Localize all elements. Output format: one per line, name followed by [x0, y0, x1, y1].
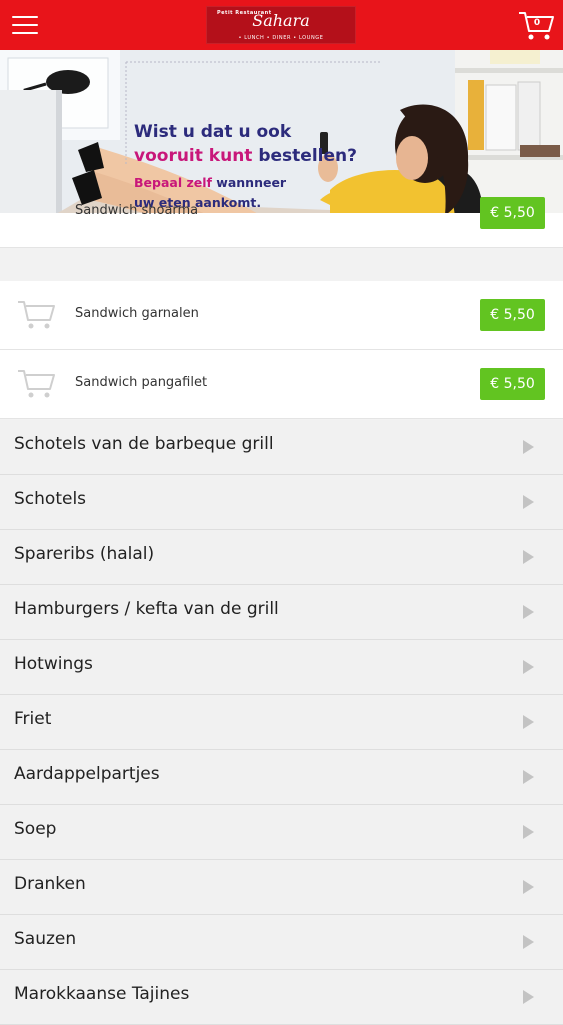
category-label: Aardappelpartjes	[14, 764, 160, 784]
category-label: Soep	[14, 819, 57, 839]
category-row[interactable]: Soep	[0, 805, 563, 860]
price-button[interactable]: € 5,50	[480, 299, 545, 331]
category-row[interactable]: Schotels	[0, 475, 563, 530]
chevron-right-icon	[523, 495, 534, 509]
category-label: Hotwings	[14, 654, 93, 674]
list-item[interactable]: Sandwich pangafilet € 5,50	[0, 350, 563, 419]
category-row[interactable]: Schotels van de barbeque grill	[0, 420, 563, 475]
cart-button[interactable]: 0	[517, 9, 557, 43]
logo-tagline: • LUNCH • DINER • LOUNGE	[238, 35, 324, 41]
chevron-right-icon	[523, 935, 534, 949]
banner-line-2: vooruit kunt bestellen?	[134, 146, 357, 166]
chevron-right-icon	[523, 825, 534, 839]
category-row[interactable]: Spareribs (halal)	[0, 530, 563, 585]
chevron-right-icon	[523, 715, 534, 729]
category-row[interactable]: Hotwings	[0, 640, 563, 695]
list-item[interactable]: Sandwich garnalen € 5,50	[0, 281, 563, 350]
item-name: Sandwich pangafilet	[75, 375, 208, 390]
category-row[interactable]: Sauzen	[0, 915, 563, 970]
item-name: Sandwich garnalen	[75, 306, 199, 321]
category-label: Marokkaanse Tajines	[14, 984, 190, 1004]
price-button[interactable]: € 5,50	[480, 197, 545, 229]
category-label: Friet	[14, 709, 52, 729]
category-row[interactable]: Aardappelpartjes	[0, 750, 563, 805]
category-row[interactable]: Dranken	[0, 860, 563, 915]
chevron-right-icon	[523, 880, 534, 894]
category-label: Sauzen	[14, 929, 77, 949]
category-label: Dranken	[14, 874, 86, 894]
category-row[interactable]: Marokkaanse Tajines	[0, 970, 563, 1025]
top-bar: Petit Restaurant Sahara • LUNCH • DINER …	[0, 0, 563, 50]
item-name: Sandwich shoarma	[75, 203, 199, 218]
banner-line-3-highlight: Bepaal zelf	[134, 175, 212, 190]
logo-name: Sahara	[252, 11, 310, 30]
add-to-cart-icon[interactable]	[16, 367, 58, 401]
chevron-right-icon	[523, 605, 534, 619]
banner-line-2-rest: bestellen?	[258, 146, 357, 166]
category-label: Schotels van de barbeque grill	[14, 434, 274, 454]
category-label: Hamburgers / kefta van de grill	[14, 599, 279, 619]
hamburger-menu-icon[interactable]	[10, 10, 42, 40]
category-label: Spareribs (halal)	[14, 544, 155, 564]
add-to-cart-icon[interactable]	[16, 298, 58, 332]
list-item[interactable]: Sandwich shoarma € 5,50	[0, 197, 563, 248]
category-row[interactable]: Hamburgers / kefta van de grill	[0, 585, 563, 640]
category-row[interactable]: Friet	[0, 695, 563, 750]
chevron-right-icon	[523, 660, 534, 674]
restaurant-logo[interactable]: Petit Restaurant Sahara • LUNCH • DINER …	[206, 6, 356, 44]
category-label: Schotels	[14, 489, 87, 509]
chevron-right-icon	[523, 440, 534, 454]
banner-line-3-rest: wannneer	[216, 175, 287, 190]
banner-line-2-highlight: vooruit kunt	[134, 146, 253, 166]
chevron-right-icon	[523, 990, 534, 1004]
banner-line-1: Wist u dat u ook	[134, 122, 292, 142]
chevron-right-icon	[523, 550, 534, 564]
chevron-right-icon	[523, 770, 534, 784]
cart-count-badge: 0	[533, 18, 541, 28]
banner-line-3: Bepaal zelf wannneer	[134, 175, 286, 190]
price-button[interactable]: € 5,50	[480, 368, 545, 400]
